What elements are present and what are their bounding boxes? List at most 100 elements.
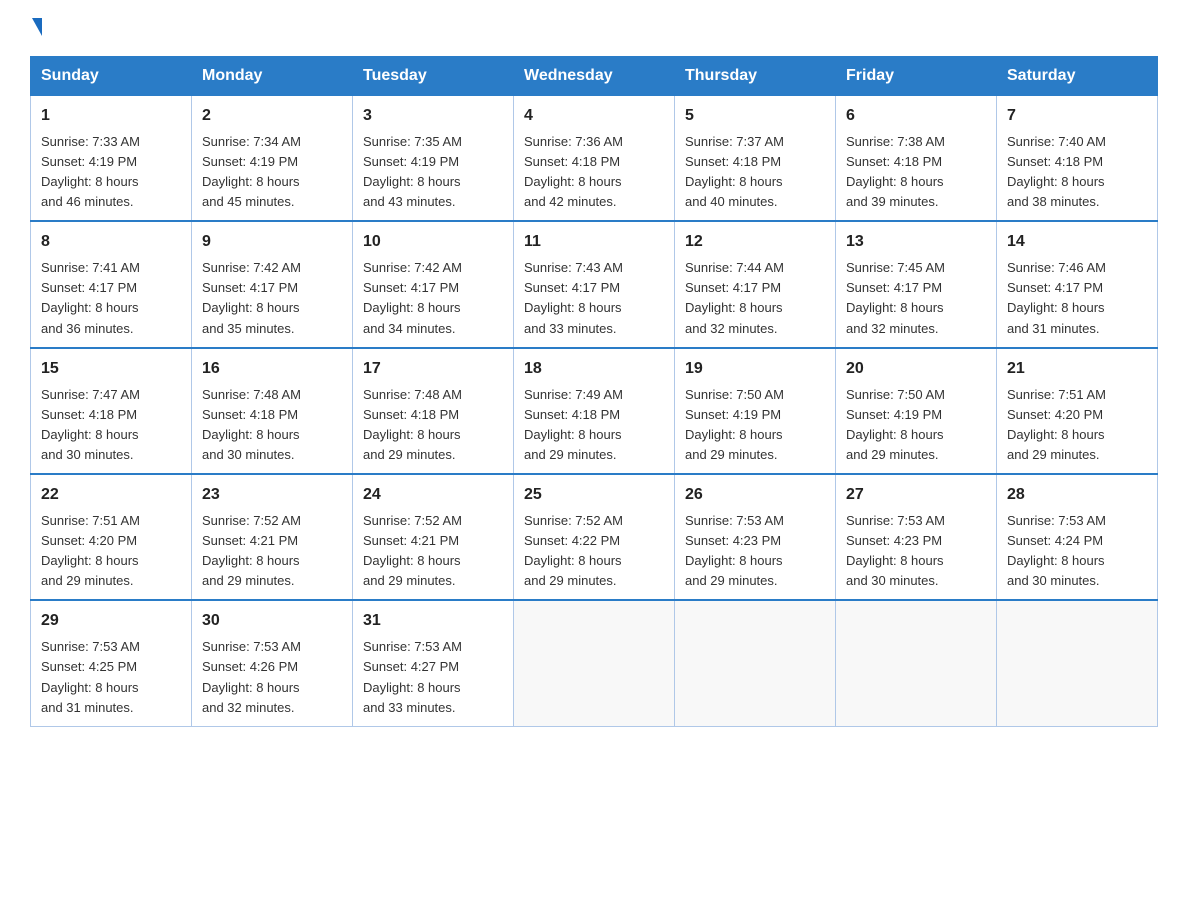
calendar-day-cell: 2 Sunrise: 7:34 AMSunset: 4:19 PMDayligh… bbox=[192, 96, 353, 222]
calendar-day-cell: 18 Sunrise: 7:49 AMSunset: 4:18 PMDaylig… bbox=[514, 348, 675, 474]
day-number: 6 bbox=[846, 104, 986, 129]
day-number: 9 bbox=[202, 230, 342, 255]
day-number: 3 bbox=[363, 104, 503, 129]
day-info: Sunrise: 7:52 AMSunset: 4:21 PMDaylight:… bbox=[363, 513, 462, 588]
day-number: 25 bbox=[524, 483, 664, 508]
day-number: 28 bbox=[1007, 483, 1147, 508]
page-header bbox=[30, 20, 1158, 36]
day-info: Sunrise: 7:53 AMSunset: 4:27 PMDaylight:… bbox=[363, 639, 462, 714]
calendar-week-row: 8 Sunrise: 7:41 AMSunset: 4:17 PMDayligh… bbox=[31, 221, 1158, 347]
day-info: Sunrise: 7:52 AMSunset: 4:21 PMDaylight:… bbox=[202, 513, 301, 588]
day-number: 10 bbox=[363, 230, 503, 255]
day-info: Sunrise: 7:36 AMSunset: 4:18 PMDaylight:… bbox=[524, 134, 623, 209]
calendar-day-cell: 15 Sunrise: 7:47 AMSunset: 4:18 PMDaylig… bbox=[31, 348, 192, 474]
calendar-week-row: 22 Sunrise: 7:51 AMSunset: 4:20 PMDaylig… bbox=[31, 474, 1158, 600]
day-number: 21 bbox=[1007, 357, 1147, 382]
day-number: 19 bbox=[685, 357, 825, 382]
day-info: Sunrise: 7:35 AMSunset: 4:19 PMDaylight:… bbox=[363, 134, 462, 209]
calendar-day-cell: 31 Sunrise: 7:53 AMSunset: 4:27 PMDaylig… bbox=[353, 600, 514, 726]
day-number: 20 bbox=[846, 357, 986, 382]
day-number: 2 bbox=[202, 104, 342, 129]
calendar-day-cell: 23 Sunrise: 7:52 AMSunset: 4:21 PMDaylig… bbox=[192, 474, 353, 600]
day-info: Sunrise: 7:49 AMSunset: 4:18 PMDaylight:… bbox=[524, 387, 623, 462]
calendar-day-cell: 8 Sunrise: 7:41 AMSunset: 4:17 PMDayligh… bbox=[31, 221, 192, 347]
calendar-header-wednesday: Wednesday bbox=[514, 57, 675, 96]
calendar-day-cell: 12 Sunrise: 7:44 AMSunset: 4:17 PMDaylig… bbox=[675, 221, 836, 347]
calendar-day-cell: 30 Sunrise: 7:53 AMSunset: 4:26 PMDaylig… bbox=[192, 600, 353, 726]
day-number: 29 bbox=[41, 609, 181, 634]
calendar-day-cell: 1 Sunrise: 7:33 AMSunset: 4:19 PMDayligh… bbox=[31, 96, 192, 222]
calendar-day-cell: 10 Sunrise: 7:42 AMSunset: 4:17 PMDaylig… bbox=[353, 221, 514, 347]
calendar-day-cell bbox=[836, 600, 997, 726]
calendar-week-row: 29 Sunrise: 7:53 AMSunset: 4:25 PMDaylig… bbox=[31, 600, 1158, 726]
calendar-day-cell: 7 Sunrise: 7:40 AMSunset: 4:18 PMDayligh… bbox=[997, 96, 1158, 222]
day-info: Sunrise: 7:50 AMSunset: 4:19 PMDaylight:… bbox=[846, 387, 945, 462]
day-number: 15 bbox=[41, 357, 181, 382]
day-info: Sunrise: 7:42 AMSunset: 4:17 PMDaylight:… bbox=[363, 260, 462, 335]
day-number: 13 bbox=[846, 230, 986, 255]
day-number: 4 bbox=[524, 104, 664, 129]
calendar-day-cell bbox=[675, 600, 836, 726]
day-number: 7 bbox=[1007, 104, 1147, 129]
calendar-header-saturday: Saturday bbox=[997, 57, 1158, 96]
calendar-day-cell: 28 Sunrise: 7:53 AMSunset: 4:24 PMDaylig… bbox=[997, 474, 1158, 600]
day-info: Sunrise: 7:40 AMSunset: 4:18 PMDaylight:… bbox=[1007, 134, 1106, 209]
calendar-day-cell: 9 Sunrise: 7:42 AMSunset: 4:17 PMDayligh… bbox=[192, 221, 353, 347]
day-info: Sunrise: 7:53 AMSunset: 4:23 PMDaylight:… bbox=[685, 513, 784, 588]
calendar-header-friday: Friday bbox=[836, 57, 997, 96]
calendar-day-cell: 25 Sunrise: 7:52 AMSunset: 4:22 PMDaylig… bbox=[514, 474, 675, 600]
calendar-day-cell: 4 Sunrise: 7:36 AMSunset: 4:18 PMDayligh… bbox=[514, 96, 675, 222]
day-info: Sunrise: 7:45 AMSunset: 4:17 PMDaylight:… bbox=[846, 260, 945, 335]
calendar-day-cell: 16 Sunrise: 7:48 AMSunset: 4:18 PMDaylig… bbox=[192, 348, 353, 474]
calendar-day-cell: 3 Sunrise: 7:35 AMSunset: 4:19 PMDayligh… bbox=[353, 96, 514, 222]
day-number: 14 bbox=[1007, 230, 1147, 255]
day-number: 5 bbox=[685, 104, 825, 129]
day-info: Sunrise: 7:33 AMSunset: 4:19 PMDaylight:… bbox=[41, 134, 140, 209]
day-info: Sunrise: 7:52 AMSunset: 4:22 PMDaylight:… bbox=[524, 513, 623, 588]
logo bbox=[30, 20, 44, 36]
calendar-day-cell: 13 Sunrise: 7:45 AMSunset: 4:17 PMDaylig… bbox=[836, 221, 997, 347]
calendar-header-monday: Monday bbox=[192, 57, 353, 96]
calendar-week-row: 15 Sunrise: 7:47 AMSunset: 4:18 PMDaylig… bbox=[31, 348, 1158, 474]
calendar-header-row: SundayMondayTuesdayWednesdayThursdayFrid… bbox=[31, 57, 1158, 96]
day-info: Sunrise: 7:53 AMSunset: 4:24 PMDaylight:… bbox=[1007, 513, 1106, 588]
calendar-day-cell bbox=[514, 600, 675, 726]
day-info: Sunrise: 7:38 AMSunset: 4:18 PMDaylight:… bbox=[846, 134, 945, 209]
day-number: 16 bbox=[202, 357, 342, 382]
calendar-day-cell: 21 Sunrise: 7:51 AMSunset: 4:20 PMDaylig… bbox=[997, 348, 1158, 474]
day-number: 17 bbox=[363, 357, 503, 382]
calendar-day-cell: 19 Sunrise: 7:50 AMSunset: 4:19 PMDaylig… bbox=[675, 348, 836, 474]
day-number: 11 bbox=[524, 230, 664, 255]
day-number: 23 bbox=[202, 483, 342, 508]
day-info: Sunrise: 7:34 AMSunset: 4:19 PMDaylight:… bbox=[202, 134, 301, 209]
calendar-header-thursday: Thursday bbox=[675, 57, 836, 96]
day-number: 18 bbox=[524, 357, 664, 382]
day-number: 26 bbox=[685, 483, 825, 508]
calendar-day-cell bbox=[997, 600, 1158, 726]
calendar-day-cell: 11 Sunrise: 7:43 AMSunset: 4:17 PMDaylig… bbox=[514, 221, 675, 347]
calendar-day-cell: 22 Sunrise: 7:51 AMSunset: 4:20 PMDaylig… bbox=[31, 474, 192, 600]
day-number: 8 bbox=[41, 230, 181, 255]
calendar-week-row: 1 Sunrise: 7:33 AMSunset: 4:19 PMDayligh… bbox=[31, 96, 1158, 222]
calendar-day-cell: 5 Sunrise: 7:37 AMSunset: 4:18 PMDayligh… bbox=[675, 96, 836, 222]
calendar-day-cell: 24 Sunrise: 7:52 AMSunset: 4:21 PMDaylig… bbox=[353, 474, 514, 600]
day-number: 1 bbox=[41, 104, 181, 129]
calendar-day-cell: 17 Sunrise: 7:48 AMSunset: 4:18 PMDaylig… bbox=[353, 348, 514, 474]
day-info: Sunrise: 7:53 AMSunset: 4:25 PMDaylight:… bbox=[41, 639, 140, 714]
calendar-table: SundayMondayTuesdayWednesdayThursdayFrid… bbox=[30, 56, 1158, 727]
day-info: Sunrise: 7:48 AMSunset: 4:18 PMDaylight:… bbox=[202, 387, 301, 462]
day-info: Sunrise: 7:47 AMSunset: 4:18 PMDaylight:… bbox=[41, 387, 140, 462]
calendar-header-sunday: Sunday bbox=[31, 57, 192, 96]
day-number: 31 bbox=[363, 609, 503, 634]
day-info: Sunrise: 7:53 AMSunset: 4:26 PMDaylight:… bbox=[202, 639, 301, 714]
day-info: Sunrise: 7:42 AMSunset: 4:17 PMDaylight:… bbox=[202, 260, 301, 335]
day-info: Sunrise: 7:48 AMSunset: 4:18 PMDaylight:… bbox=[363, 387, 462, 462]
calendar-header-tuesday: Tuesday bbox=[353, 57, 514, 96]
day-number: 30 bbox=[202, 609, 342, 634]
calendar-day-cell: 27 Sunrise: 7:53 AMSunset: 4:23 PMDaylig… bbox=[836, 474, 997, 600]
calendar-day-cell: 14 Sunrise: 7:46 AMSunset: 4:17 PMDaylig… bbox=[997, 221, 1158, 347]
day-info: Sunrise: 7:53 AMSunset: 4:23 PMDaylight:… bbox=[846, 513, 945, 588]
day-info: Sunrise: 7:43 AMSunset: 4:17 PMDaylight:… bbox=[524, 260, 623, 335]
calendar-day-cell: 6 Sunrise: 7:38 AMSunset: 4:18 PMDayligh… bbox=[836, 96, 997, 222]
day-info: Sunrise: 7:46 AMSunset: 4:17 PMDaylight:… bbox=[1007, 260, 1106, 335]
